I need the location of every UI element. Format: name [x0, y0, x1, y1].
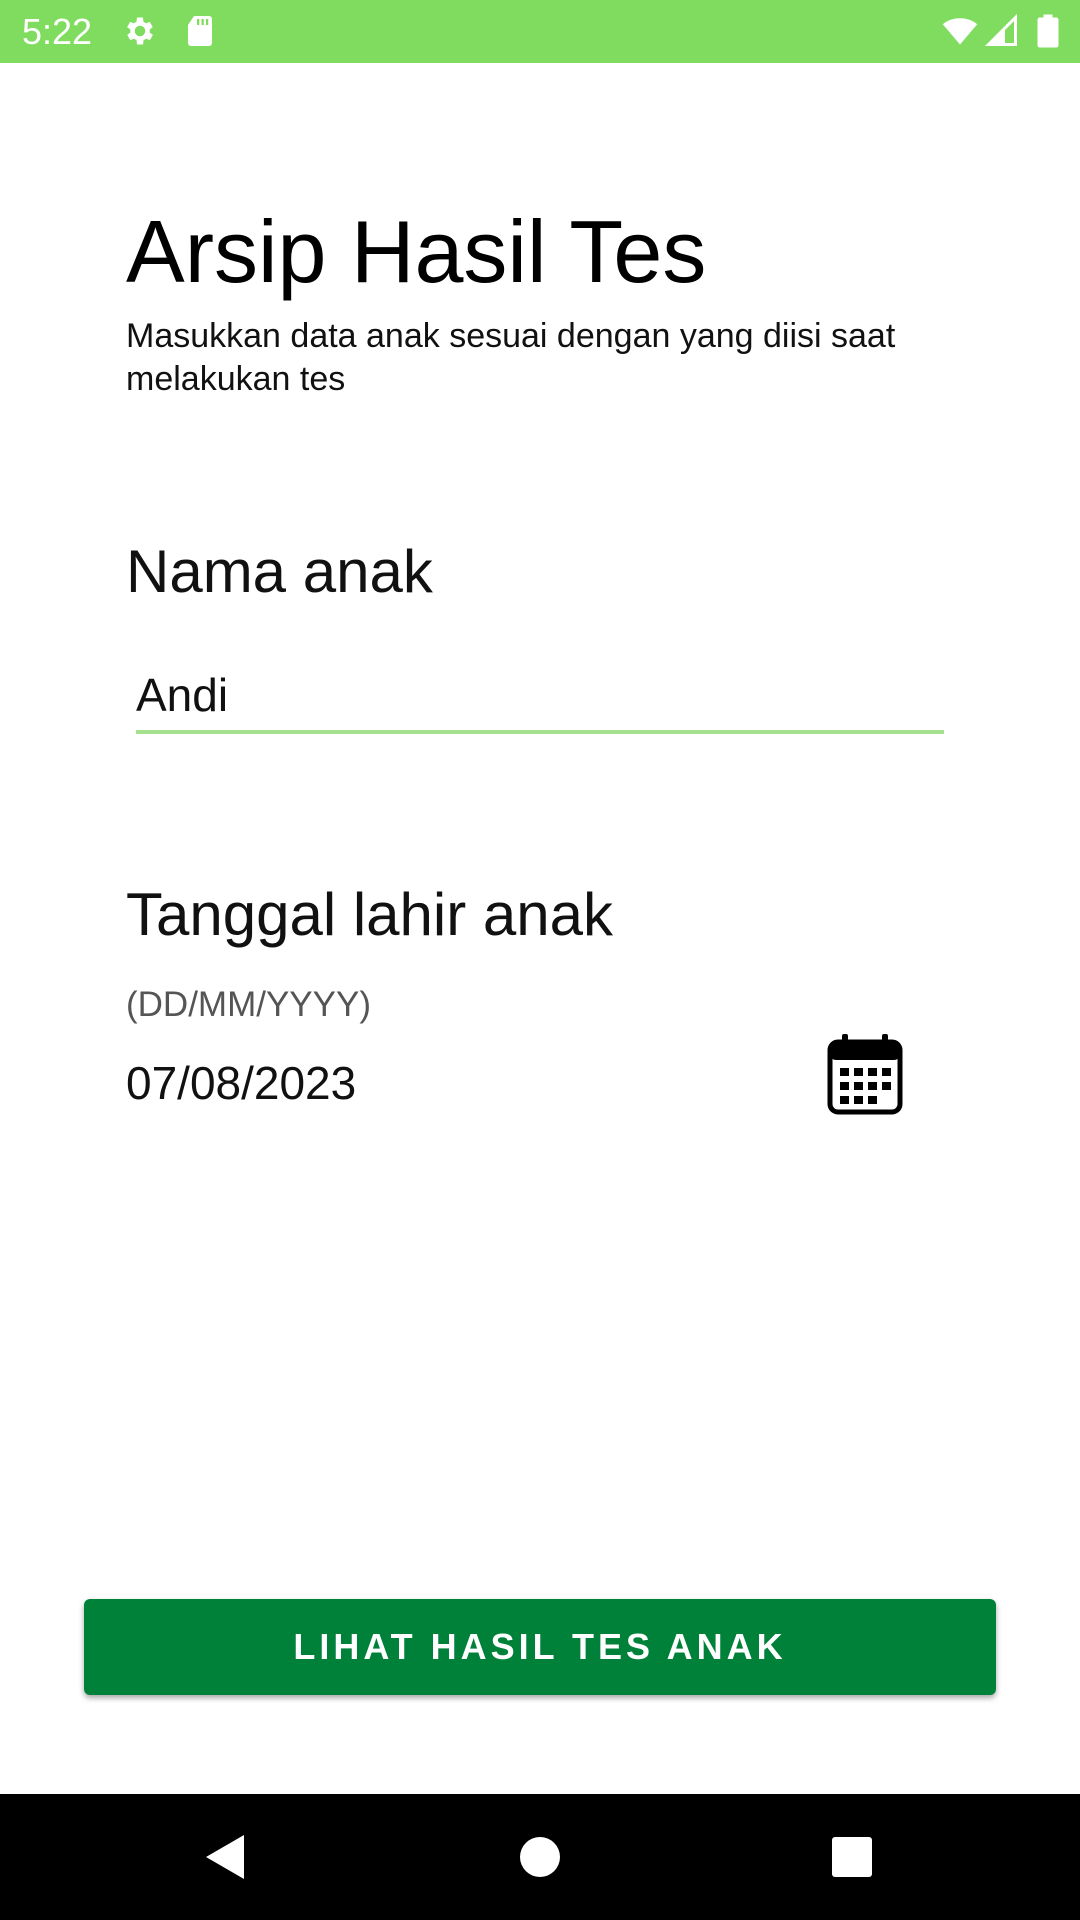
calendar-icon[interactable]: [826, 1032, 904, 1116]
home-icon[interactable]: [512, 1829, 568, 1885]
page-title: Arsip Hasil Tes: [126, 202, 707, 301]
recents-icon[interactable]: [824, 1829, 880, 1885]
wifi-icon: [942, 18, 978, 45]
back-icon[interactable]: [198, 1829, 254, 1885]
name-input[interactable]: [136, 660, 944, 734]
battery-icon: [1037, 14, 1059, 48]
dob-label: Tanggal lahir anak: [126, 881, 614, 948]
screen: 5:22 Arsip Hasil Tes Masukkan data anak …: [0, 0, 1080, 1920]
view-test-results-button[interactable]: LIHAT HASIL TES ANAK: [84, 1599, 996, 1695]
signal-icon: [984, 13, 1017, 46]
name-label: Nama anak: [126, 538, 433, 605]
dob-format-hint: (DD/MM/YYYY): [126, 985, 371, 1024]
status-bar: 5:22: [0, 0, 1080, 63]
page-subtitle: Masukkan data anak sesuai dengan yang di…: [126, 317, 896, 398]
sd-card-icon: [188, 16, 212, 46]
navigation-bar: [0, 1794, 1080, 1920]
status-time: 5:22: [22, 11, 93, 52]
gear-icon: [127, 17, 153, 45]
dob-value[interactable]: 07/08/2023: [126, 1055, 356, 1111]
